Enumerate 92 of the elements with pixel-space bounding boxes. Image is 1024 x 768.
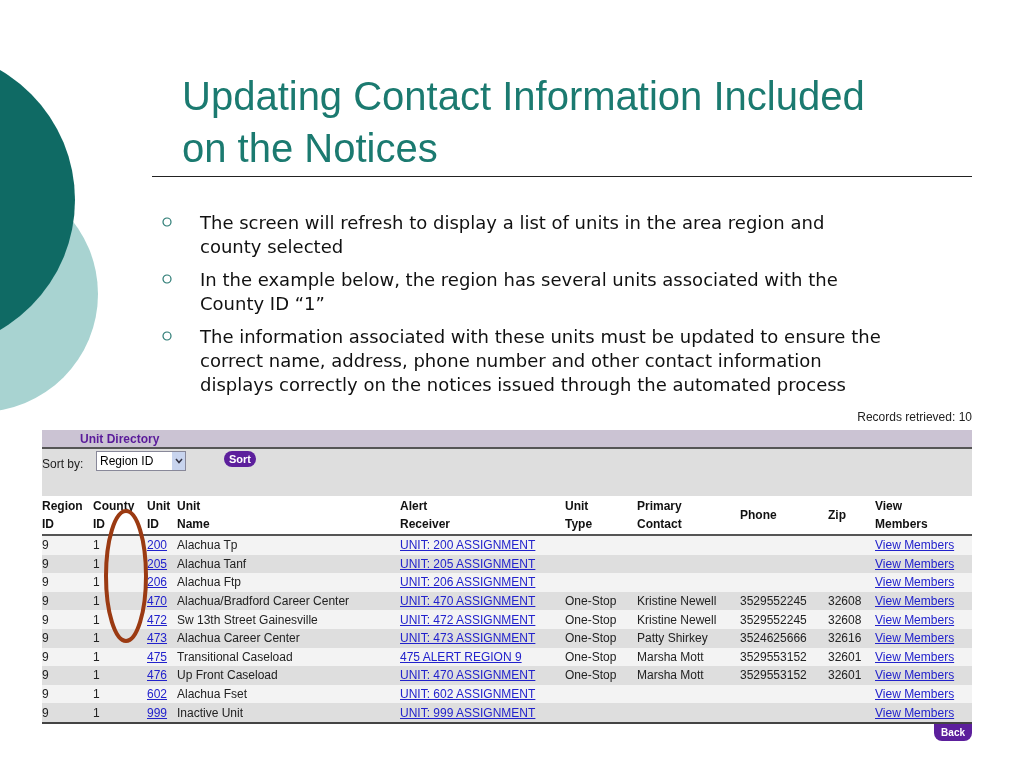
alert-receiver-link[interactable]: UNIT: 999 ASSIGNMENT <box>400 705 536 720</box>
table-cell: Inactive Unit <box>177 703 400 723</box>
table-cell: 9 <box>42 628 93 648</box>
alert-receiver-link[interactable]: UNIT: 470 ASSIGNMENT <box>400 668 536 683</box>
table-cell: Alachua Tp <box>177 535 400 555</box>
table-cell: 1 <box>93 591 147 611</box>
table-cell: 3529552245 <box>740 591 828 611</box>
bullet-text: In the example below, the region has several units associated with the County ID “1” <box>200 268 839 316</box>
unit-id-link[interactable]: 473 <box>147 631 168 646</box>
directory-heading: Unit Directory <box>80 431 160 446</box>
alert-receiver-link[interactable]: UNIT: 205 ASSIGNMENT <box>400 556 536 571</box>
alert-receiver-link[interactable]: UNIT: 473 ASSIGNMENT <box>400 631 536 646</box>
table-cell: 3529552245 <box>740 610 828 629</box>
table-cell: Kristine Newell <box>637 610 740 629</box>
unit-id-link[interactable]: 602 <box>147 687 168 702</box>
dropdown-icon[interactable] <box>172 452 185 470</box>
view-members-link[interactable]: View Members <box>875 649 955 664</box>
table-cell: One-Stop <box>565 647 637 667</box>
table-cell: Alachua Fset <box>177 684 400 704</box>
table-cell: Up Front Caseload <box>177 666 400 685</box>
table-cell: 9 <box>42 554 93 574</box>
unit-id-link[interactable]: 476 <box>147 668 168 683</box>
table-cell: Alachua Career Center <box>177 628 400 648</box>
table-cell: Alachua/Bradford Career Center <box>177 591 400 611</box>
alert-receiver-link[interactable]: 475 ALERT REGION 9 <box>400 649 522 664</box>
table-cell: Alachua Tanf <box>177 554 400 574</box>
table-cell: 1 <box>93 703 147 723</box>
table-cell: 1 <box>93 647 147 667</box>
alert-receiver-link[interactable]: UNIT: 602 ASSIGNMENT <box>400 687 536 702</box>
view-members-link[interactable]: View Members <box>875 556 955 571</box>
alert-receiver-link[interactable]: UNIT: 472 ASSIGNMENT <box>400 612 536 627</box>
bullet-icon <box>162 274 172 284</box>
view-members-link[interactable]: View Members <box>875 538 955 553</box>
view-members-link[interactable]: View Members <box>875 594 955 609</box>
slide-title: Updating Contact Information Included on the Notices <box>182 73 866 172</box>
table-cell: Patty Shirkey <box>637 628 740 648</box>
unit-id-link[interactable]: 999 <box>147 705 168 720</box>
table-cell: 3529553152 <box>740 647 828 667</box>
unit-id-link[interactable]: 200 <box>147 538 168 553</box>
bullet-text: The information associated with these units must be updated to ensure the correct name, address, phone number and other contact information displays correctly on the notices issued through the automated process <box>200 325 882 397</box>
sort-button[interactable]: Sort <box>224 451 256 467</box>
alert-receiver-link[interactable]: UNIT: 206 ASSIGNMENT <box>400 575 536 590</box>
table-cell: One-Stop <box>565 610 637 629</box>
table-cell: 9 <box>42 684 93 704</box>
unit-id-link[interactable]: 472 <box>147 612 168 627</box>
table-cell: 1 <box>93 666 147 685</box>
table-cell: Alachua Ftp <box>177 573 400 592</box>
table-cell: 1 <box>93 535 147 555</box>
bullet-text: The screen will refresh to display a list of units in the area region and county selected <box>200 211 826 259</box>
table-cell: 3529553152 <box>740 666 828 685</box>
bullet-icon <box>162 331 172 341</box>
table-cell: 9 <box>42 610 93 629</box>
view-members-link[interactable]: View Members <box>875 705 955 720</box>
table-cell: Sw 13th Street Gainesville <box>177 610 400 629</box>
table-cell: Marsha Mott <box>637 647 740 667</box>
table-cell: 1 <box>93 684 147 704</box>
unit-id-link[interactable]: 205 <box>147 556 168 571</box>
records-count: Records retrieved: 10 <box>857 410 972 424</box>
table-cell: 32601 <box>828 647 875 667</box>
view-members-link[interactable]: View Members <box>875 668 955 683</box>
sort-select[interactable]: Region ID <box>96 451 186 471</box>
table-cell: 1 <box>93 573 147 592</box>
alert-receiver-link[interactable]: UNIT: 470 ASSIGNMENT <box>400 594 536 609</box>
table-cell: 1 <box>93 554 147 574</box>
table-cell: 32601 <box>828 666 875 685</box>
table-cell: One-Stop <box>565 591 637 611</box>
table-cell: 32608 <box>828 591 875 611</box>
view-members-link[interactable]: View Members <box>875 612 955 627</box>
table-cell: 9 <box>42 666 93 685</box>
table-cell: Kristine Newell <box>637 591 740 611</box>
table-cell: 32608 <box>828 610 875 629</box>
bullet-icon <box>162 217 172 227</box>
table-cell: 1 <box>93 628 147 648</box>
table-cell: 9 <box>42 647 93 667</box>
table-cell: 9 <box>42 703 93 723</box>
unit-id-link[interactable]: 475 <box>147 649 168 664</box>
view-members-link[interactable]: View Members <box>875 631 955 646</box>
alert-receiver-link[interactable]: UNIT: 200 ASSIGNMENT <box>400 538 536 553</box>
table-cell: 32616 <box>828 628 875 648</box>
table-cell: 9 <box>42 535 93 555</box>
table-cell: 9 <box>42 573 93 592</box>
table-cell: One-Stop <box>565 666 637 685</box>
unit-id-link[interactable]: 470 <box>147 594 168 609</box>
table-cell: Transitional Caseload <box>177 647 400 667</box>
sort-label: Sort by: <box>42 457 85 471</box>
table-cell: 3524625666 <box>740 628 828 648</box>
table-cell: One-Stop <box>565 628 637 648</box>
table-cell: 9 <box>42 591 93 611</box>
view-members-link[interactable]: View Members <box>875 687 955 702</box>
table-cell: Marsha Mott <box>637 666 740 685</box>
view-members-link[interactable]: View Members <box>875 575 955 590</box>
table-cell: 1 <box>93 610 147 629</box>
